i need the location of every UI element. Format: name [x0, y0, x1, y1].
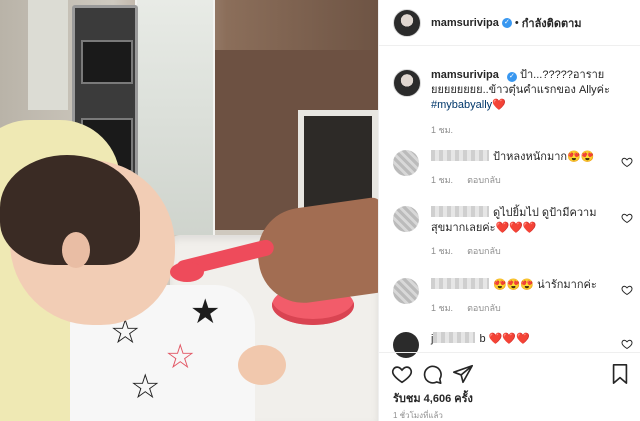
comment-icon[interactable]: [421, 363, 443, 385]
reply-button[interactable]: ตอบกลับ: [467, 175, 501, 185]
blurred-username[interactable]: [431, 278, 489, 289]
verified-icon: ✓: [501, 17, 512, 28]
header-text: mamsurivipa ✓ • กำลังติดตาม: [431, 14, 582, 32]
red-spoon-head: [170, 262, 204, 282]
comment-text: 😍😍😍 น่ารักมากค่ะ: [493, 279, 597, 291]
comment-item: 😍😍😍 น่ารักมากค่ะ 1 ชม. ตอบกลับ: [393, 278, 633, 316]
like-comment-heart-icon[interactable]: [621, 156, 633, 168]
star-print: ☆: [130, 368, 161, 406]
caption-username[interactable]: mamsurivipa: [431, 69, 499, 81]
caption: mamsurivipa ✓ ป้า...?????อารายยยยยยยยย..…: [393, 68, 633, 138]
share-icon[interactable]: [452, 363, 474, 385]
caption-heart-emoji: ❤️: [492, 99, 506, 111]
reply-button[interactable]: ตอบกลับ: [467, 303, 501, 313]
comment-item: ดูไปยิ้มไป ดูป้ามีความสุขมากเลยค่ะ❤️❤️❤️…: [393, 206, 633, 259]
star-print: ★: [190, 293, 221, 331]
reply-button[interactable]: ตอบกลับ: [467, 246, 501, 256]
separator-dot: •: [514, 16, 519, 29]
post-header: mamsurivipa ✓ • กำลังติดตาม: [379, 0, 640, 46]
baby-hand: [238, 345, 286, 385]
verified-icon: ✓: [506, 72, 517, 82]
hashtag-link[interactable]: #mybabyally: [431, 99, 492, 111]
avatar[interactable]: [393, 278, 419, 304]
kitchen-panel: [28, 0, 68, 110]
bookmark-icon[interactable]: [609, 363, 631, 385]
post-side-panel: mamsurivipa ✓ • กำลังติดตาม mamsurivipa …: [378, 0, 640, 421]
comment-time[interactable]: 1 ชม.: [431, 303, 453, 313]
like-comment-heart-icon[interactable]: [621, 284, 633, 296]
comment-meta: 1 ชม. ตอบกลับ: [431, 173, 603, 188]
comment-meta: 1 ชม. ตอบกลับ: [431, 301, 603, 316]
avatar[interactable]: [393, 8, 421, 37]
comment-username-suffix[interactable]: b: [479, 333, 485, 345]
blurred-username[interactable]: [431, 206, 489, 217]
comment-time[interactable]: 1 ชม.: [431, 175, 453, 185]
comment-body: ป้าหลงหนักมาก😍😍 1 ชม. ตอบกลับ: [431, 150, 603, 188]
username-link[interactable]: mamsurivipa: [431, 17, 499, 29]
comment-meta: 1 ชม. ตอบกลับ: [431, 244, 603, 259]
comment-body: ดูไปยิ้มไป ดูป้ามีความสุขมากเลยค่ะ❤️❤️❤️…: [431, 206, 603, 259]
baby-ear: [62, 232, 90, 268]
comment-text: ป้าหลงหนักมาก😍😍: [493, 151, 595, 163]
blurred-username[interactable]: [431, 150, 489, 161]
avatar[interactable]: [393, 150, 419, 176]
heart-icon[interactable]: [391, 363, 413, 385]
view-count[interactable]: รับชม 4,606 ครั้ง: [393, 389, 473, 407]
comment-text: ❤️❤️❤️: [488, 333, 530, 345]
caption-body: mamsurivipa ✓ ป้า...?????อารายยยยยยยยย..…: [431, 68, 626, 138]
following-button[interactable]: กำลังติดตาม: [522, 14, 582, 32]
comment-time[interactable]: 1 ชม.: [431, 246, 453, 256]
comment-body: 😍😍😍 น่ารักมากค่ะ 1 ชม. ตอบกลับ: [431, 278, 603, 316]
like-comment-heart-icon[interactable]: [621, 212, 633, 224]
like-comment-heart-icon[interactable]: [621, 338, 633, 350]
avatar[interactable]: [393, 206, 419, 232]
caption-time[interactable]: 1 ชม.: [431, 123, 626, 138]
post-photo[interactable]: ☆ ☆ ★ ☆: [0, 0, 378, 421]
post-actions: รับชม 4,606 ครั้ง 1 ชั่วโมงที่แล้ว: [379, 352, 640, 421]
avatar[interactable]: [393, 69, 421, 97]
comment-item: ป้าหลงหนักมาก😍😍 1 ชม. ตอบกลับ: [393, 150, 633, 188]
blurred-username[interactable]: [433, 332, 476, 343]
star-print: ☆: [165, 338, 196, 376]
post-timestamp[interactable]: 1 ชั่วโมงที่แล้ว: [393, 409, 443, 421]
